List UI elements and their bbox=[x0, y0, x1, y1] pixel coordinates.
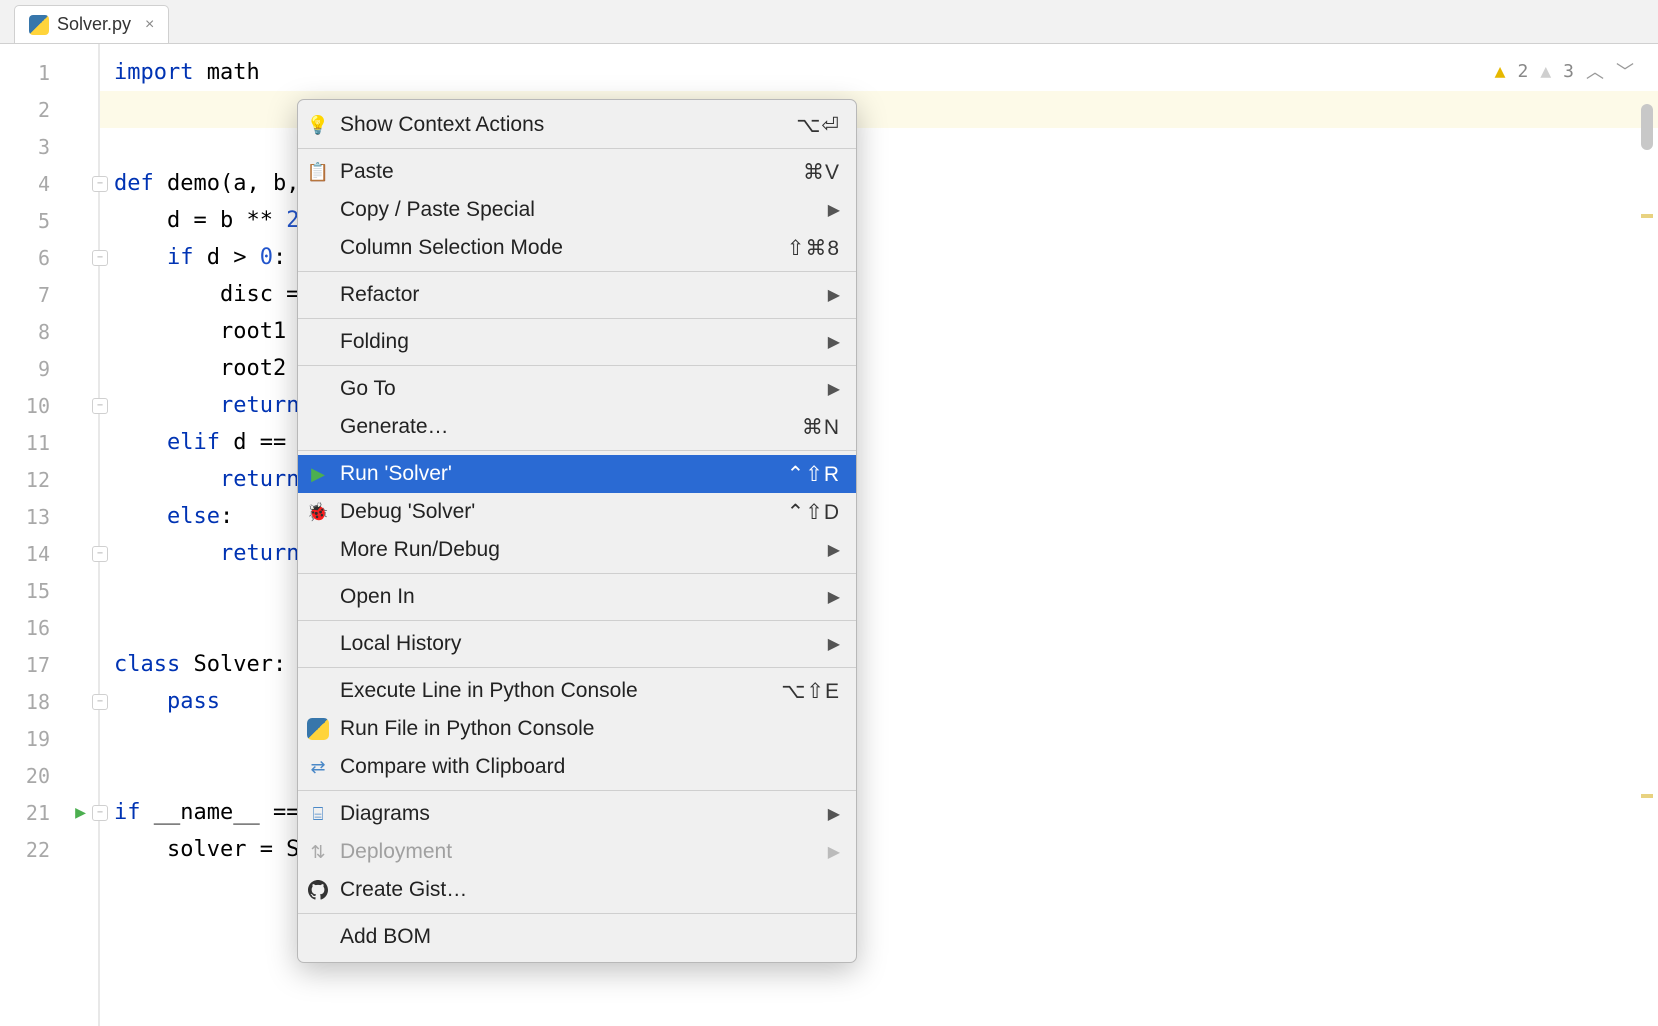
scrollbar-thumb[interactable] bbox=[1641, 104, 1653, 150]
warning-icon: ▲ bbox=[1495, 61, 1506, 82]
line-number[interactable]: 4− bbox=[0, 165, 98, 202]
editor-context-menu: 💡 Show Context Actions ⌥⏎ 📋 Paste ⌘V Cop… bbox=[297, 99, 857, 963]
line-number[interactable]: 20 bbox=[0, 757, 98, 794]
menu-compare-clipboard[interactable]: ⇄ Compare with Clipboard bbox=[298, 748, 856, 786]
menu-separator bbox=[298, 148, 856, 149]
deployment-icon: ⇅ bbox=[306, 840, 330, 864]
submenu-arrow-icon: ▶ bbox=[828, 379, 840, 399]
menu-deployment[interactable]: ⇅ Deployment ▶ bbox=[298, 833, 856, 871]
line-number[interactable]: 10− bbox=[0, 387, 98, 424]
menu-separator bbox=[298, 365, 856, 366]
line-number[interactable]: 14− bbox=[0, 535, 98, 572]
submenu-arrow-icon: ▶ bbox=[828, 285, 840, 305]
line-number[interactable]: 7 bbox=[0, 276, 98, 313]
scrollbar-stripe[interactable] bbox=[1641, 794, 1653, 798]
github-icon bbox=[306, 878, 330, 902]
line-number[interactable]: 15 bbox=[0, 572, 98, 609]
line-number-gutter: 1 2 3 4− 5 6− 7 8 9 10− 11 12 13 14− 15 … bbox=[0, 44, 100, 1026]
line-number[interactable]: 6− bbox=[0, 239, 98, 276]
menu-run-file-console[interactable]: Run File in Python Console bbox=[298, 710, 856, 748]
compare-icon: ⇄ bbox=[306, 755, 330, 779]
prev-highlight-icon[interactable]: ︿ bbox=[1586, 58, 1604, 84]
menu-separator bbox=[298, 620, 856, 621]
line-number[interactable]: 3 bbox=[0, 128, 98, 165]
code-line[interactable]: import math bbox=[100, 54, 1658, 91]
line-number[interactable]: 1 bbox=[0, 54, 98, 91]
submenu-arrow-icon: ▶ bbox=[828, 200, 840, 220]
lightbulb-icon: 💡 bbox=[306, 113, 330, 137]
submenu-arrow-icon: ▶ bbox=[828, 332, 840, 352]
submenu-arrow-icon: ▶ bbox=[828, 804, 840, 824]
weak-warning-count: 3 bbox=[1563, 61, 1574, 82]
menu-refactor[interactable]: Refactor ▶ bbox=[298, 276, 856, 314]
inspections-widget[interactable]: ▲ 2 ▲ 3 ︿ ﹀ bbox=[1495, 58, 1634, 84]
weak-warning-icon: ▲ bbox=[1540, 61, 1551, 82]
menu-folding[interactable]: Folding ▶ bbox=[298, 323, 856, 361]
python-file-icon bbox=[29, 15, 49, 35]
menu-show-context-actions[interactable]: 💡 Show Context Actions ⌥⏎ bbox=[298, 106, 856, 144]
diagram-icon: ⌸ bbox=[306, 802, 330, 826]
run-gutter-icon[interactable]: ▶ bbox=[75, 802, 86, 823]
menu-run[interactable]: ▶ Run 'Solver' ⌃⇧R bbox=[298, 455, 856, 493]
menu-open-in[interactable]: Open In ▶ bbox=[298, 578, 856, 616]
editor-scrollbar[interactable] bbox=[1641, 104, 1653, 1006]
line-number[interactable]: 5 bbox=[0, 202, 98, 239]
menu-more-run-debug[interactable]: More Run/Debug ▶ bbox=[298, 531, 856, 569]
menu-execute-line[interactable]: Execute Line in Python Console ⌥⇧E bbox=[298, 672, 856, 710]
file-tab[interactable]: Solver.py × bbox=[14, 5, 169, 43]
submenu-arrow-icon: ▶ bbox=[828, 540, 840, 560]
menu-separator bbox=[298, 913, 856, 914]
line-number[interactable]: 13 bbox=[0, 498, 98, 535]
menu-copy-paste-special[interactable]: Copy / Paste Special ▶ bbox=[298, 191, 856, 229]
python-icon bbox=[306, 717, 330, 741]
menu-local-history[interactable]: Local History ▶ bbox=[298, 625, 856, 663]
line-number[interactable]: 17 bbox=[0, 646, 98, 683]
menu-add-bom[interactable]: Add BOM bbox=[298, 918, 856, 956]
submenu-arrow-icon: ▶ bbox=[828, 634, 840, 654]
submenu-arrow-icon: ▶ bbox=[828, 842, 840, 862]
line-number[interactable]: 19 bbox=[0, 720, 98, 757]
menu-column-selection[interactable]: Column Selection Mode ⇧⌘8 bbox=[298, 229, 856, 267]
line-number[interactable]: 18− bbox=[0, 683, 98, 720]
menu-separator bbox=[298, 790, 856, 791]
menu-separator bbox=[298, 573, 856, 574]
scrollbar-stripe[interactable] bbox=[1641, 214, 1653, 218]
line-number[interactable]: 12 bbox=[0, 461, 98, 498]
menu-generate[interactable]: Generate… ⌘N bbox=[298, 408, 856, 446]
close-tab-icon[interactable]: × bbox=[145, 16, 154, 34]
line-number[interactable]: 11 bbox=[0, 424, 98, 461]
menu-separator bbox=[298, 450, 856, 451]
menu-goto[interactable]: Go To ▶ bbox=[298, 370, 856, 408]
tab-filename: Solver.py bbox=[57, 14, 131, 35]
menu-debug[interactable]: 🐞 Debug 'Solver' ⌃⇧D bbox=[298, 493, 856, 531]
warning-count: 2 bbox=[1517, 61, 1528, 82]
menu-diagrams[interactable]: ⌸ Diagrams ▶ bbox=[298, 795, 856, 833]
submenu-arrow-icon: ▶ bbox=[828, 587, 840, 607]
menu-separator bbox=[298, 318, 856, 319]
editor-tab-bar: Solver.py × bbox=[0, 0, 1658, 44]
line-number[interactable]: 16 bbox=[0, 609, 98, 646]
menu-create-gist[interactable]: Create Gist… bbox=[298, 871, 856, 909]
line-number[interactable]: 8 bbox=[0, 313, 98, 350]
next-highlight-icon[interactable]: ﹀ bbox=[1616, 58, 1634, 84]
line-number[interactable]: 22 bbox=[0, 831, 98, 868]
menu-separator bbox=[298, 271, 856, 272]
bug-icon: 🐞 bbox=[306, 500, 330, 524]
play-icon: ▶ bbox=[306, 462, 330, 486]
menu-paste[interactable]: 📋 Paste ⌘V bbox=[298, 153, 856, 191]
line-number[interactable]: 9 bbox=[0, 350, 98, 387]
menu-separator bbox=[298, 667, 856, 668]
line-number[interactable]: 21▶− bbox=[0, 794, 98, 831]
line-number[interactable]: 2 bbox=[0, 91, 98, 128]
clipboard-icon: 📋 bbox=[306, 160, 330, 184]
